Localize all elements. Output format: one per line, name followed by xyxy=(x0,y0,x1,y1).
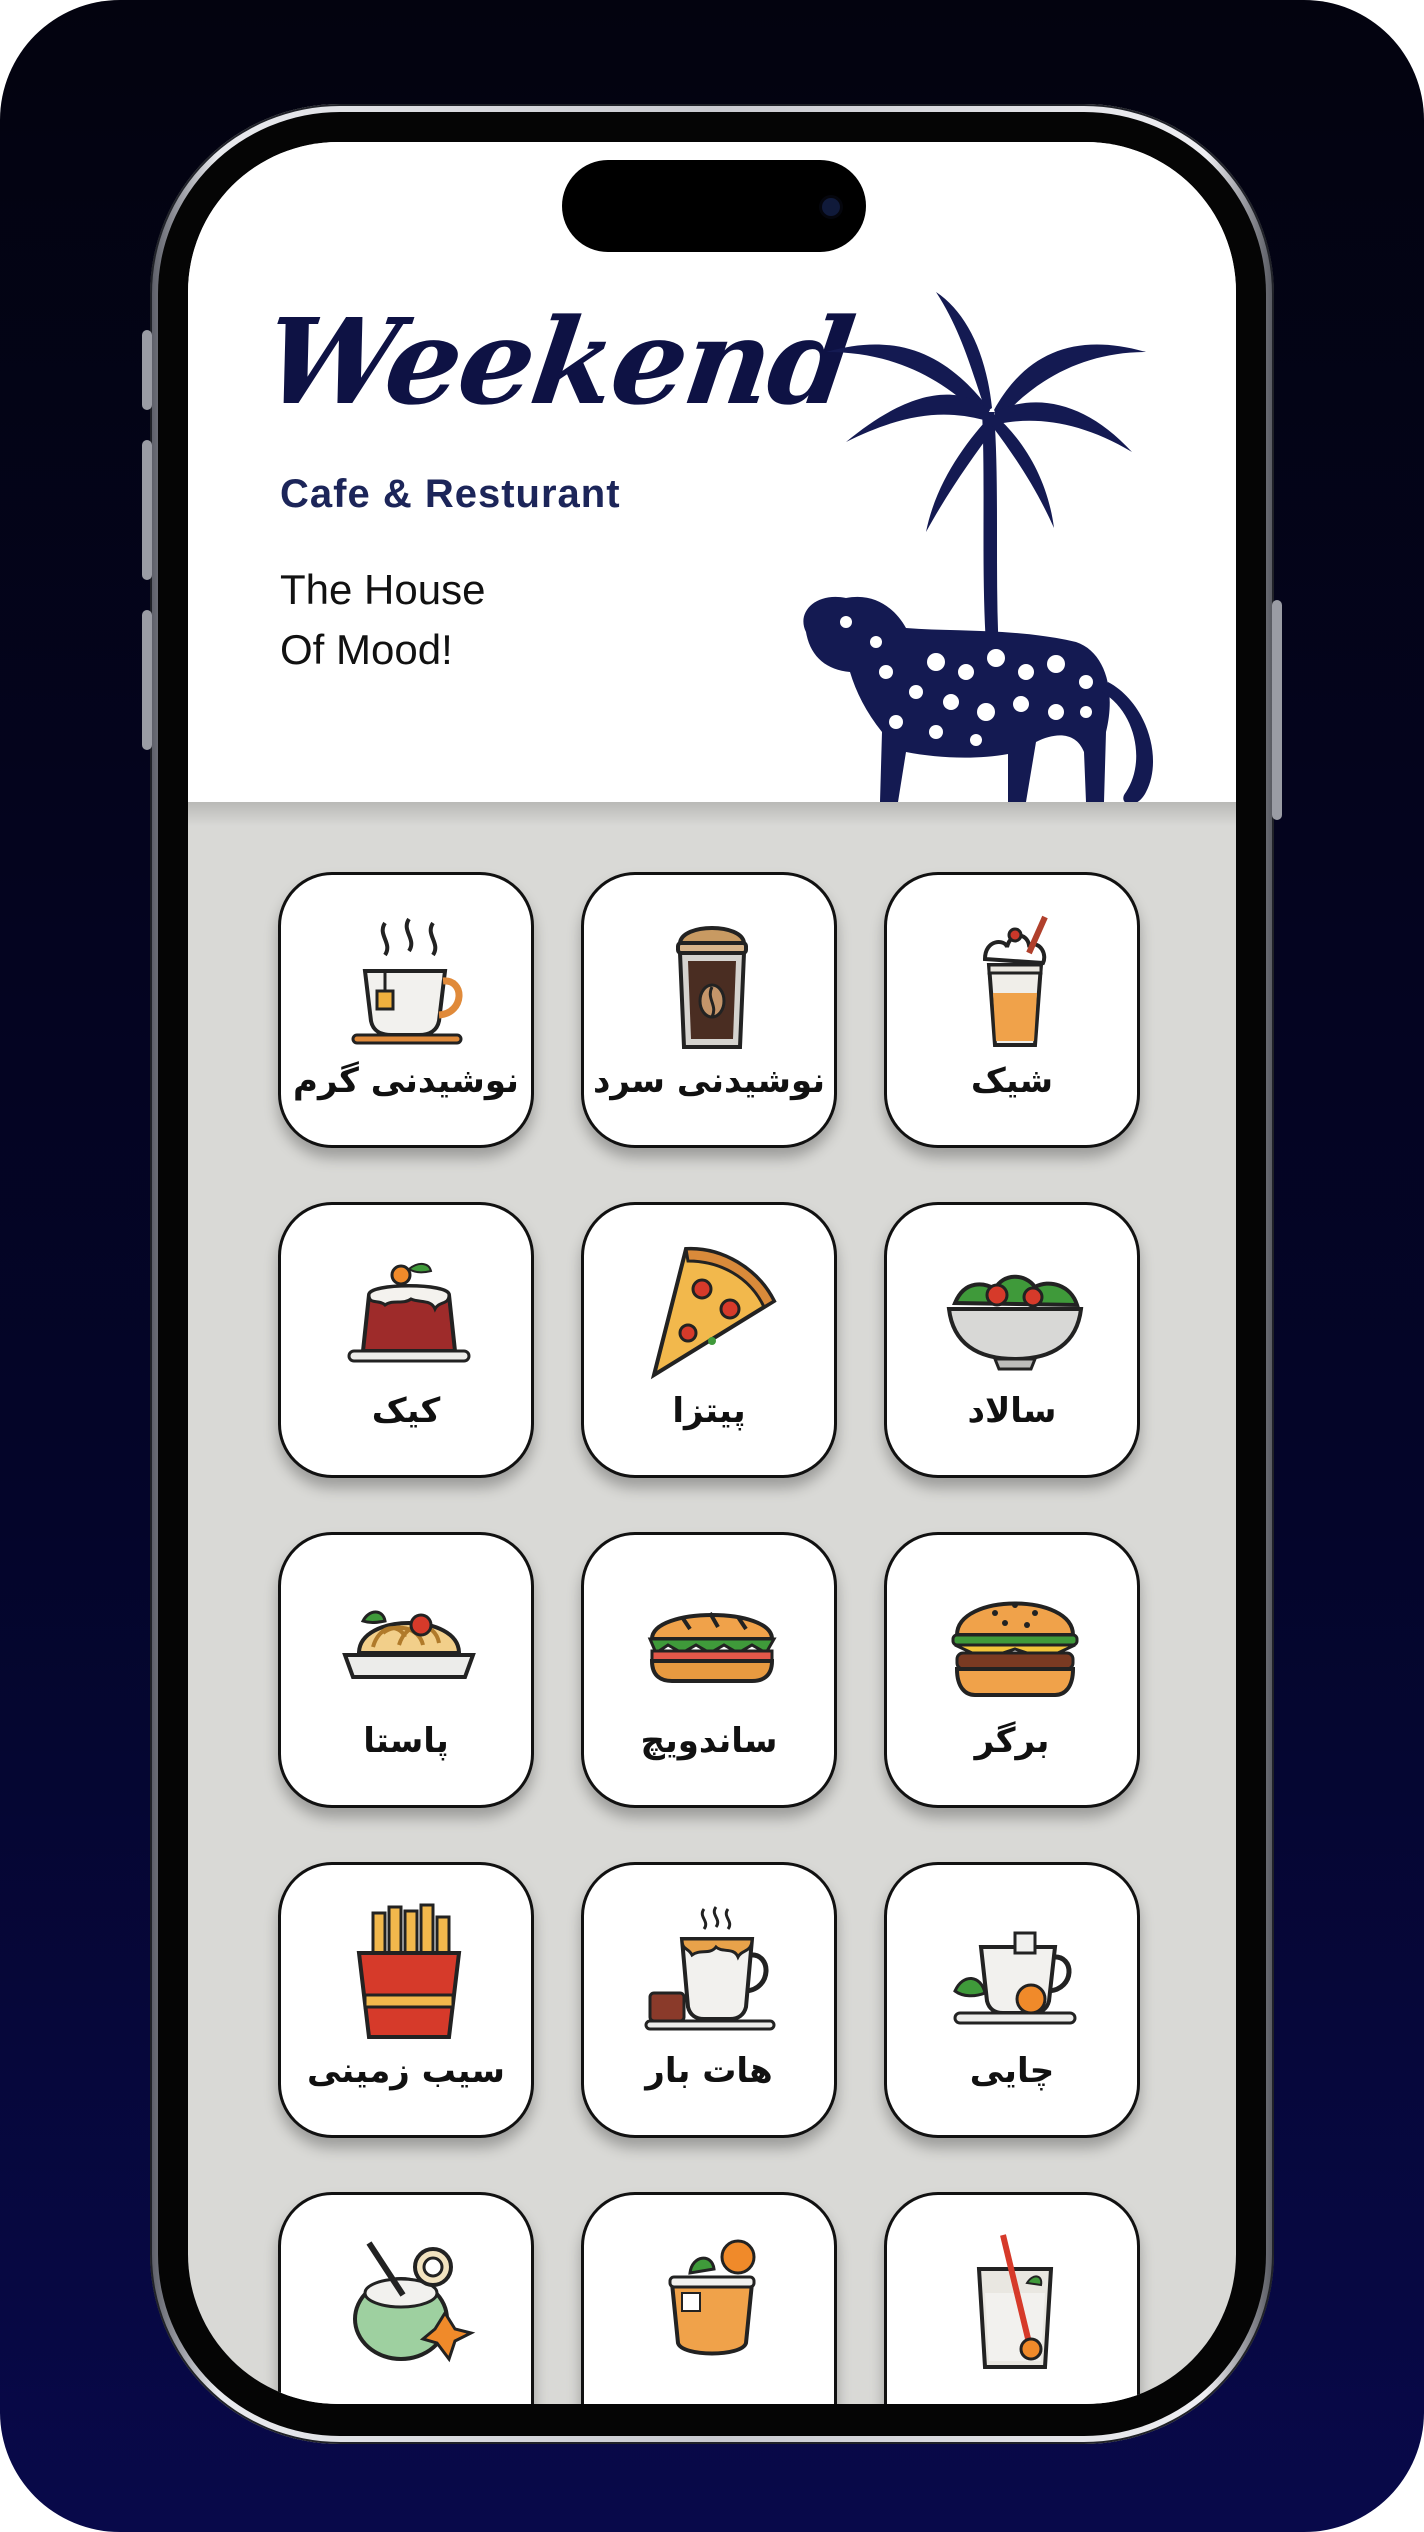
iced-drink-icon xyxy=(976,2234,1054,2369)
menu-item-hot-bar[interactable]: هات بار xyxy=(581,1862,837,2138)
camera-icon xyxy=(822,198,840,216)
menu-item-iced-drink[interactable] xyxy=(884,2192,1140,2404)
menu-item-label: نوشیدنی سرد xyxy=(592,1061,826,1101)
menu-item-pasta[interactable]: پاستا xyxy=(278,1532,534,1808)
sandwich-icon xyxy=(647,1612,777,1683)
menu-item-label: پیتزا xyxy=(672,1391,746,1431)
subtitle: Cafe & Resturant xyxy=(280,472,621,516)
menu-item-burger[interactable]: برگر xyxy=(884,1532,1140,1808)
fries-icon xyxy=(356,1903,462,2039)
pizza-slice-icon xyxy=(650,1246,777,1380)
menu-item-tea[interactable]: چایی xyxy=(884,1862,1140,2138)
menu-item-label: سیب زمینی xyxy=(307,2051,505,2091)
menu-item-shake[interactable]: شیک xyxy=(884,872,1140,1148)
palm-leopard-illustration xyxy=(803,292,1154,805)
brand-logo-text: Weekend xyxy=(256,292,860,431)
menu-item-sandwich[interactable]: ساندویچ xyxy=(581,1532,837,1808)
pasta-icon xyxy=(342,1610,476,1679)
hot-tea-cup-icon xyxy=(351,917,463,1045)
menu-item-pizza[interactable]: پیتزا xyxy=(581,1202,837,1478)
side-button xyxy=(142,330,152,410)
menu-item-salad[interactable]: سالاد xyxy=(884,1202,1140,1478)
menu-item-label: هات بار xyxy=(645,2051,773,2091)
menu-item-label: شیک xyxy=(970,1061,1054,1101)
menu-item-fries[interactable]: سیب زمینی xyxy=(278,1862,534,2138)
menu-item-label: پاستا xyxy=(363,1721,449,1761)
menu-item-label: چایی xyxy=(969,2051,1055,2091)
burger-icon xyxy=(951,1601,1079,1697)
volume-up-button xyxy=(142,440,152,580)
header-divider xyxy=(188,802,1236,826)
menu-item-coconut-drink[interactable] xyxy=(278,2192,534,2404)
menu-item-cocktail[interactable] xyxy=(581,2192,837,2404)
volume-down-button xyxy=(142,610,152,750)
header-section: Weekend Cafe & Resturant The House Of Mo… xyxy=(188,142,1236,805)
menu-item-hot-drinks[interactable]: نوشیدنی گرم xyxy=(278,872,534,1148)
tagline-line-1: The House xyxy=(280,566,486,613)
cocktail-icon xyxy=(668,2239,756,2356)
tagline: The House Of Mood! xyxy=(280,560,485,680)
salad-bowl-icon xyxy=(946,1274,1084,1371)
menu-item-label: کیک xyxy=(371,1391,441,1431)
power-button xyxy=(1272,600,1282,820)
tea-icon xyxy=(953,1931,1077,2025)
app-screen: Weekend Cafe & Resturant The House Of Mo… xyxy=(188,142,1236,2404)
pudding-cake-icon xyxy=(347,1263,471,1363)
menu-item-label: نوشیدنی گرم xyxy=(293,1061,519,1101)
menu-item-label: سالاد xyxy=(967,1391,1057,1431)
menu-item-label: ساندویچ xyxy=(640,1721,778,1761)
coconut-drink-icon xyxy=(353,2241,476,2363)
menu-item-label: برگر xyxy=(974,1721,1050,1761)
menu-item-cold-drinks[interactable]: نوشیدنی سرد xyxy=(581,872,837,1148)
menu-item-cake[interactable]: کیک xyxy=(278,1202,534,1478)
hot-chocolate-icon xyxy=(644,1906,776,2031)
tagline-line-2: Of Mood! xyxy=(280,626,453,673)
dynamic-island xyxy=(562,160,866,252)
milkshake-icon xyxy=(982,915,1048,1047)
iced-coffee-icon xyxy=(676,926,748,1049)
